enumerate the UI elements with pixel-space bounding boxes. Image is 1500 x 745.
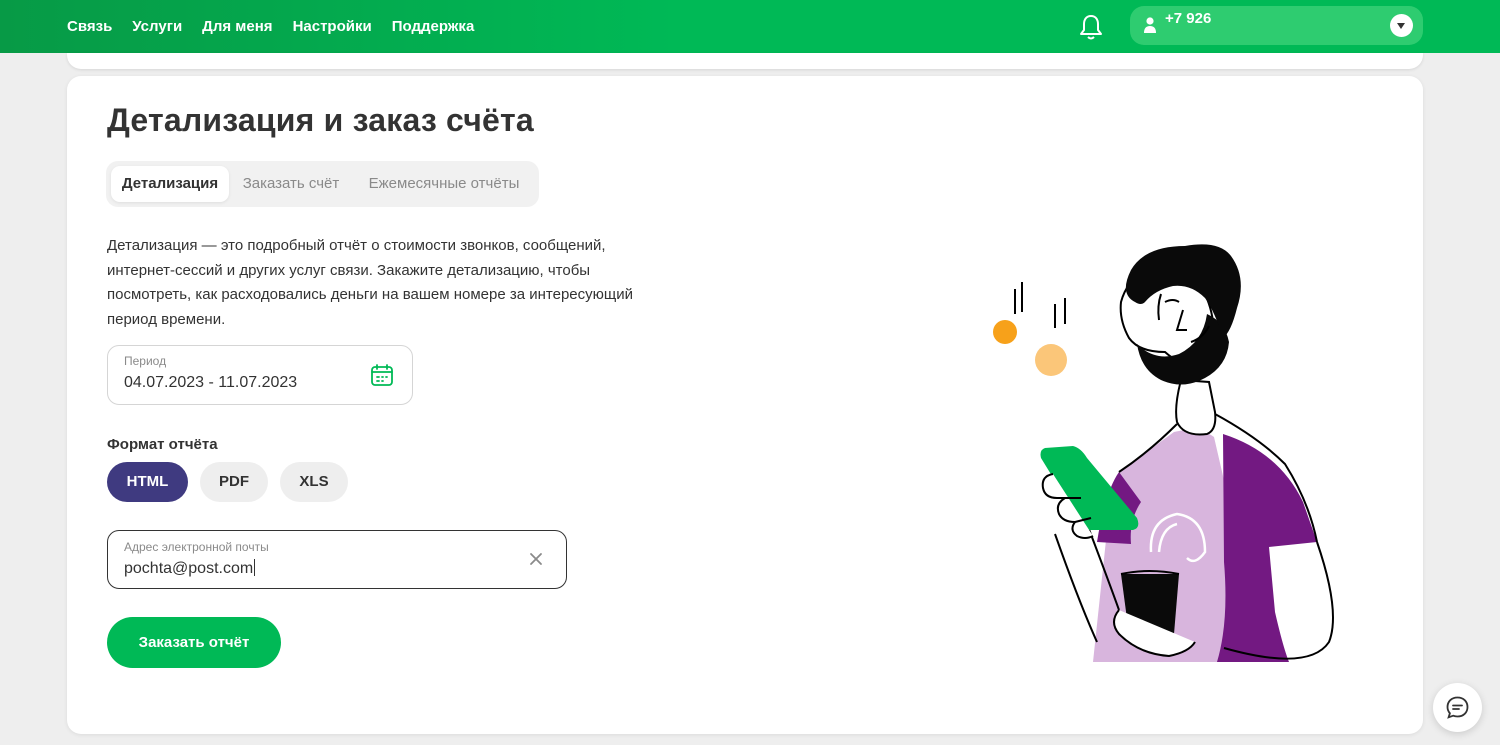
chevron-down-icon[interactable] — [1390, 14, 1413, 37]
format-label: Формат отчёта — [107, 436, 218, 453]
tab-order-bill[interactable]: Заказать счёт — [231, 166, 351, 202]
description: Детализация — это подробный отчёт о стои… — [107, 237, 633, 328]
tab-detalization[interactable]: Детализация — [111, 166, 229, 202]
nav-item-podderzhka[interactable]: Поддержка — [392, 0, 475, 53]
email-value: pochta@post.com — [124, 560, 254, 577]
period-value: 04.07.2023 - 11.07.2023 — [124, 374, 298, 391]
calendar-icon[interactable] — [370, 363, 394, 387]
bell-icon[interactable] — [1078, 13, 1104, 41]
nav-item-dlya-menya[interactable]: Для меня — [202, 0, 272, 53]
chat-icon[interactable] — [1433, 683, 1482, 732]
order-report-button[interactable]: Заказать отчёт — [107, 617, 281, 668]
nav-item-nastroyki[interactable]: Настройки — [293, 0, 372, 53]
nav-item-svyaz[interactable]: Связь — [67, 0, 112, 53]
email-field[interactable]: Адрес электронной почты pochta@post.com — [107, 530, 567, 589]
format-xls-button[interactable]: XLS — [280, 462, 348, 502]
tab-monthly-reports[interactable]: Ежемесячные отчёты — [355, 166, 533, 202]
format-pdf-button[interactable]: PDF — [200, 462, 268, 502]
previous-card-edge — [67, 53, 1423, 69]
close-icon[interactable] — [528, 551, 544, 567]
main-nav: Связь Услуги Для меня Настройки Поддержк… — [67, 0, 494, 53]
user-icon — [1143, 16, 1157, 34]
account-switcher[interactable]: +7 926 — [1130, 6, 1423, 45]
period-label: Период — [124, 354, 167, 368]
man-with-phone-illustration — [993, 244, 1334, 662]
email-label: Адрес электронной почты — [124, 540, 269, 554]
detalization-card: Детализация и заказ счёта Детализация За… — [67, 76, 1423, 734]
page-title: Детализация и заказ счёта — [107, 102, 534, 138]
email-input[interactable]: pochta@post.com — [124, 559, 256, 578]
tabs: Детализация Заказать счёт Ежемесячные от… — [106, 161, 539, 207]
top-navigation-bar: Связь Услуги Для меня Настройки Поддержк… — [0, 0, 1500, 53]
account-phone: +7 926 — [1165, 10, 1212, 27]
nav-item-uslugi[interactable]: Услуги — [132, 0, 182, 53]
period-field[interactable]: Период 04.07.2023 - 11.07.2023 — [107, 345, 413, 405]
text-caret — [254, 559, 256, 576]
format-html-button[interactable]: HTML — [107, 462, 188, 502]
